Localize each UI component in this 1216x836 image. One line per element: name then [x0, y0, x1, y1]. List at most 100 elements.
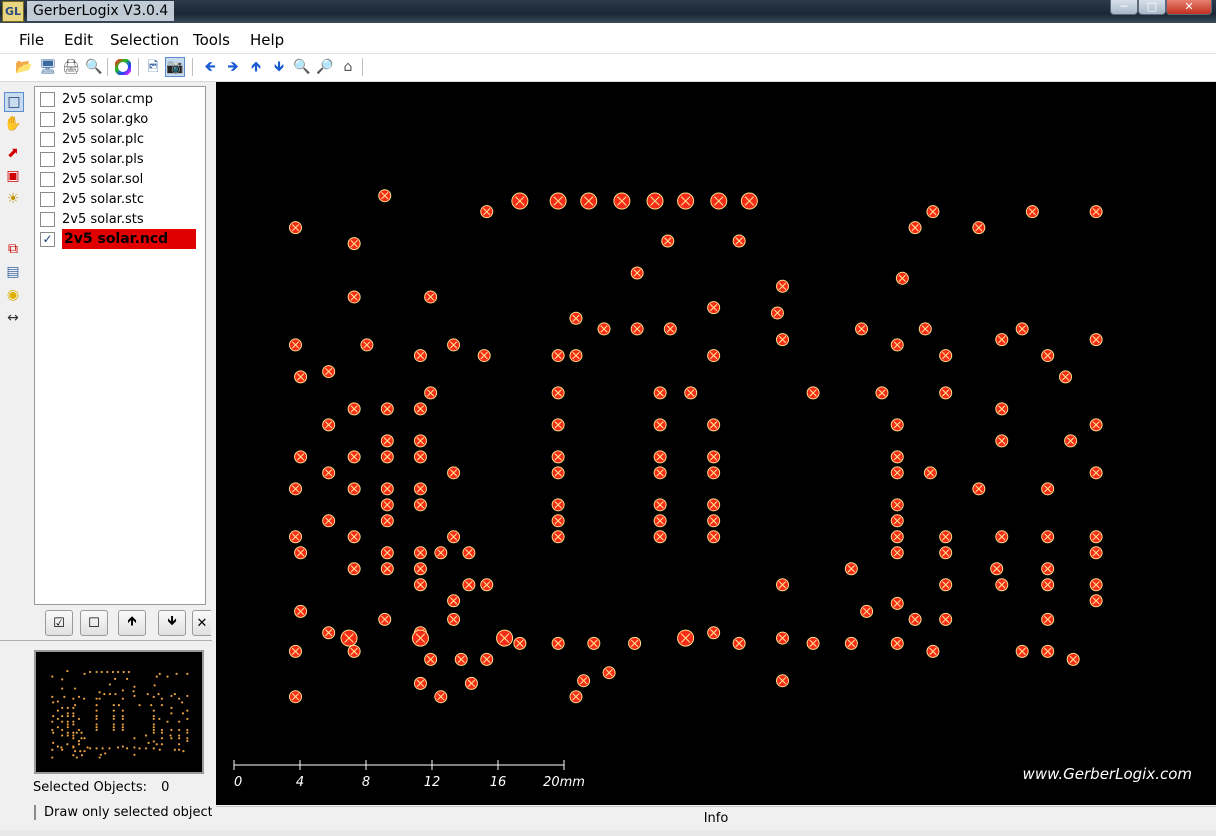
file-checkbox-checked[interactable]: ✓ — [40, 231, 55, 247]
remove-button[interactable]: ✕ — [192, 610, 211, 636]
minimap-hole — [51, 695, 54, 698]
minimap-hole — [170, 706, 173, 709]
minimap-hole — [66, 734, 69, 737]
minimap-hole — [160, 704, 164, 707]
minimap-hole — [116, 670, 120, 674]
sun-icon[interactable]: ☀ — [4, 190, 22, 208]
pan-left-icon[interactable]: 🡸 — [200, 57, 220, 77]
pan-up-icon[interactable]: 🡹 — [246, 57, 266, 77]
drill-hole — [360, 338, 374, 352]
file-checkbox[interactable] — [40, 151, 55, 167]
window-title: GerberLogix V3.0.4 — [27, 1, 175, 21]
minimap-hole — [80, 737, 83, 740]
color-wheel-icon[interactable] — [113, 57, 133, 77]
close-button[interactable]: ✕ — [1166, 0, 1212, 15]
check-all-button[interactable]: ☑ — [45, 610, 73, 636]
minimap-hole — [127, 670, 130, 674]
menu-edit[interactable]: Edit — [64, 31, 93, 49]
minimap-hole — [173, 692, 176, 696]
select-arrow-icon[interactable]: ⬈ — [4, 144, 22, 162]
minimap-hole — [75, 756, 78, 759]
file-item[interactable]: 2v5 solar.cmp — [40, 89, 153, 109]
menu-file[interactable]: File — [19, 31, 44, 49]
layer-view-icon[interactable]: 🖻 — [143, 57, 163, 77]
file-checkbox[interactable] — [40, 191, 55, 207]
select-box-icon[interactable]: ▣ — [4, 167, 22, 185]
file-checkbox[interactable] — [40, 211, 55, 227]
minimap-hole — [113, 677, 117, 680]
minimap-hole — [152, 731, 155, 734]
selection-copy-icon[interactable]: ⧉ — [4, 240, 22, 258]
menu-tools[interactable]: Tools — [193, 31, 230, 49]
file-item[interactable]: 2v5 solar.pls — [40, 149, 144, 169]
drill-hole — [347, 237, 361, 251]
home-icon[interactable]: ⌂ — [338, 57, 358, 77]
hand-pan-icon[interactable]: ✋ — [4, 115, 22, 133]
draw-only-checkbox[interactable] — [34, 805, 36, 820]
file-item[interactable]: 2v5 solar.gko — [40, 109, 148, 129]
monitor-icon[interactable]: 🖥 — [38, 57, 58, 77]
minimap-hole — [61, 678, 64, 681]
file-checkbox[interactable] — [40, 111, 55, 127]
minimap-hole — [56, 700, 59, 703]
drill-hole — [1041, 644, 1055, 658]
minimap-hole — [61, 728, 64, 732]
drill-hole — [513, 636, 527, 650]
minimap-hole — [150, 704, 153, 707]
menu-help[interactable]: Help — [250, 31, 284, 49]
file-item[interactable]: 2v5 solar.stc — [40, 189, 144, 209]
pcb-canvas[interactable]: 0 4 8 12 16 20mm www.GerberLogix.com — [216, 82, 1216, 805]
pan-down-icon[interactable]: 🡻 — [269, 57, 289, 77]
minimap-hole — [158, 672, 161, 675]
minimap-hole — [181, 712, 185, 715]
minimap[interactable] — [34, 650, 204, 774]
minimap-hole — [166, 675, 169, 678]
drill-hole — [628, 636, 642, 650]
drill-hole — [890, 338, 904, 352]
board-svg: 0 4 8 12 16 20mm — [233, 189, 1103, 790]
minimap-hole — [112, 715, 115, 718]
minimap-hole — [112, 704, 115, 707]
print-preview-icon[interactable]: 🔍 — [84, 57, 104, 77]
scale-label: 12 — [424, 775, 441, 790]
drill-hole — [1015, 644, 1029, 658]
drill-hole — [775, 674, 789, 688]
move-up-button[interactable]: 🡹 — [118, 610, 146, 636]
maximize-button[interactable]: □ — [1138, 0, 1166, 15]
file-item[interactable]: 2v5 solar.sol — [40, 169, 143, 189]
drill-hole — [551, 530, 565, 544]
file-item-selected[interactable]: ✓ 2v5 solar.ncd — [40, 229, 197, 249]
minimap-hole — [108, 692, 112, 696]
drill-holes — [288, 189, 1103, 704]
drill-hole — [806, 386, 820, 400]
file-item[interactable]: 2v5 solar.sts — [40, 209, 144, 229]
minimap-hole — [61, 706, 64, 709]
open-folder-icon[interactable]: 📂 — [14, 57, 34, 77]
zoom-window-icon[interactable]: □ — [4, 92, 24, 112]
print-icon[interactable]: 🖨 — [61, 57, 81, 77]
drill-hole — [707, 418, 721, 432]
draw-only-selected[interactable]: Draw only selected objects — [34, 805, 212, 820]
drill-hole — [347, 644, 361, 658]
drill-hole-large — [677, 629, 695, 647]
lightbulb-icon[interactable]: ◉ — [4, 286, 22, 304]
drill-hole — [1066, 652, 1080, 666]
file-checkbox[interactable] — [40, 91, 55, 107]
pan-right-icon[interactable]: 🡺 — [223, 57, 243, 77]
file-checkbox[interactable] — [40, 171, 55, 187]
uncheck-all-button[interactable]: ☐ — [80, 610, 108, 636]
move-down-button[interactable]: 🡻 — [158, 610, 186, 636]
drill-hole — [1089, 594, 1103, 608]
measure-icon[interactable]: ↔ — [4, 309, 22, 327]
camera-icon[interactable]: 📷 — [165, 57, 185, 77]
minimap-hole — [61, 687, 64, 690]
file-checkbox[interactable] — [40, 131, 55, 147]
drill-hole — [380, 498, 394, 512]
zoom-out-icon[interactable]: 🔎 — [315, 57, 335, 77]
window-icon[interactable]: ▤ — [4, 263, 22, 281]
drill-hole — [1041, 349, 1055, 363]
menu-selection[interactable]: Selection — [110, 31, 179, 49]
zoom-in-icon[interactable]: 🔍 — [292, 57, 312, 77]
minimize-button[interactable]: ─ — [1110, 0, 1138, 15]
file-item[interactable]: 2v5 solar.plc — [40, 129, 144, 149]
